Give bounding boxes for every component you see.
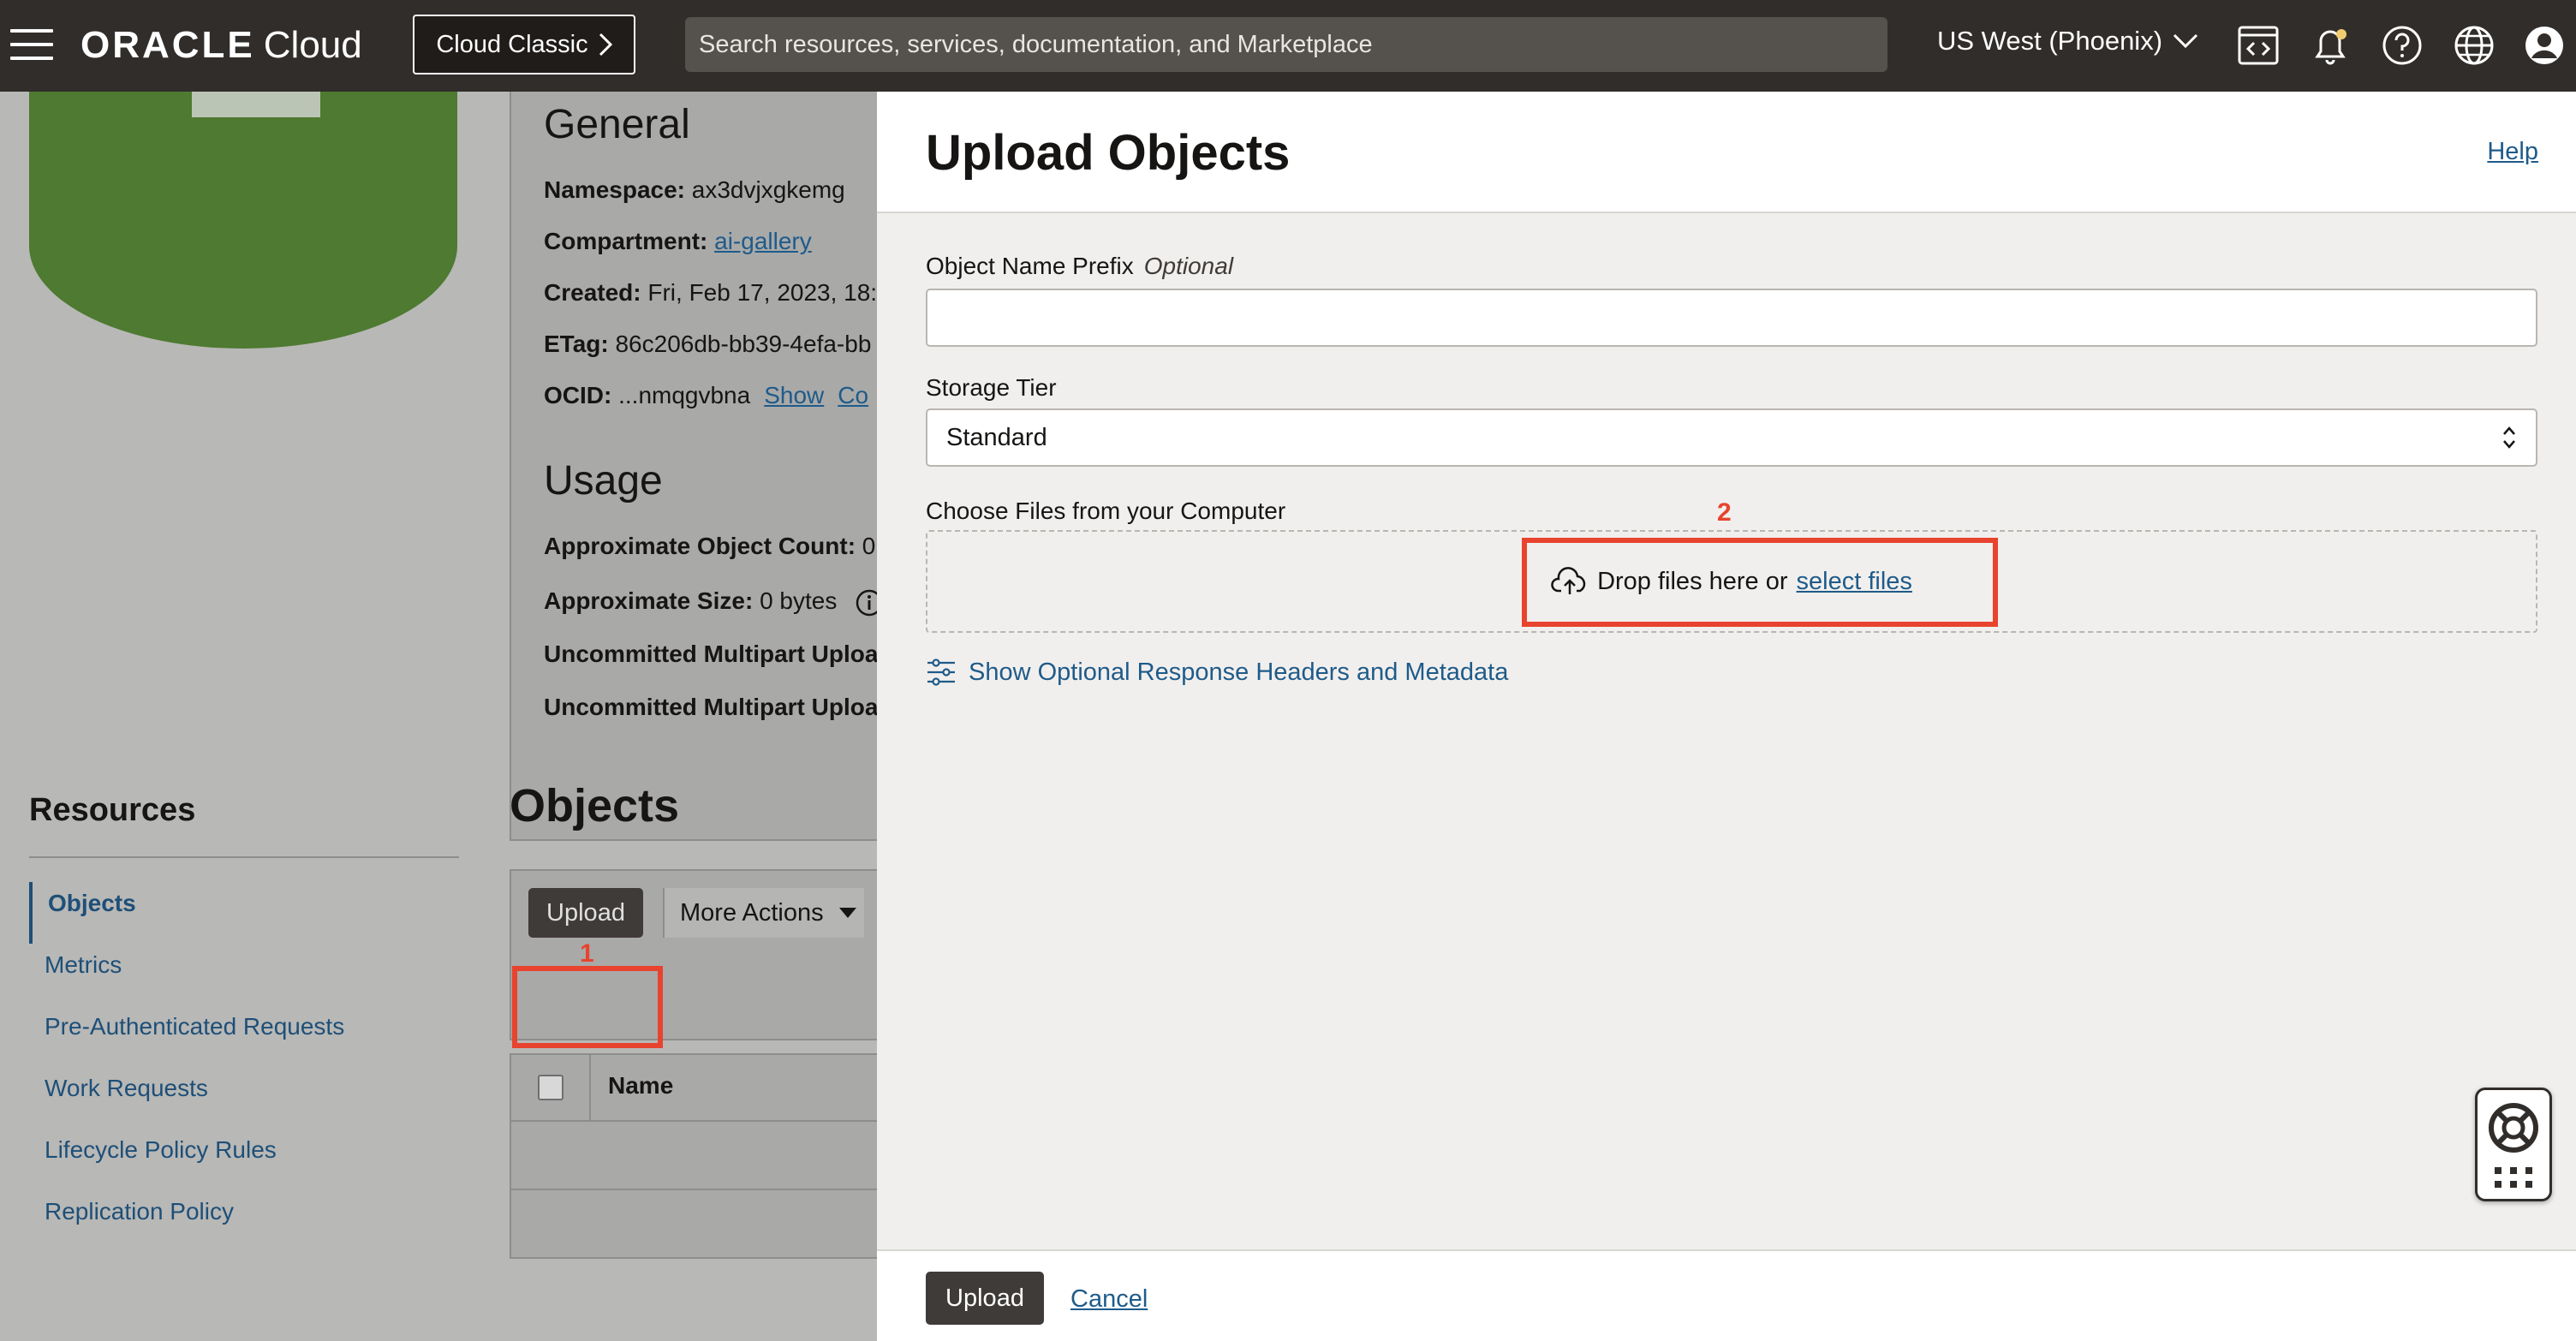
resources-item-lifecycle-policy-rules[interactable]: Lifecycle Policy Rules bbox=[29, 1129, 344, 1190]
resources-nav: Objects Metrics Pre-Authenticated Reques… bbox=[29, 882, 344, 1252]
help-question-icon[interactable] bbox=[2381, 24, 2424, 67]
chevron-right-icon bbox=[599, 33, 612, 57]
support-widget[interactable] bbox=[2475, 1088, 2552, 1201]
upload-objects-panel: Upload Objects Help Object Name Prefix Op… bbox=[877, 92, 2576, 1341]
show-optional-headers-link[interactable]: Show Optional Response Headers and Metad… bbox=[926, 657, 1508, 688]
etag-row: ETag: 86c206db-bb39-4efa-bb bbox=[544, 331, 872, 357]
compartment-link[interactable]: ai-gallery bbox=[714, 228, 812, 254]
general-section-title: General bbox=[544, 102, 690, 147]
resources-divider bbox=[29, 856, 459, 858]
panel-footer: Upload Cancel bbox=[877, 1249, 2576, 1341]
column-divider bbox=[589, 1055, 591, 1122]
more-actions-label: More Actions bbox=[680, 898, 824, 927]
storage-tier-value: Standard bbox=[946, 423, 1047, 451]
hamburger-menu-icon[interactable] bbox=[10, 29, 53, 62]
objects-section-title: Objects bbox=[510, 780, 680, 831]
multipart-uploads-row-1: Uncommitted Multipart Uploa bbox=[544, 641, 879, 667]
ocid-row: OCID: ...nmqgvbna Show Co bbox=[544, 382, 869, 408]
resources-item-pre-authenticated-requests[interactable]: Pre-Authenticated Requests bbox=[29, 1005, 344, 1067]
code-editor-icon[interactable] bbox=[2237, 24, 2280, 67]
panel-title: Upload Objects bbox=[926, 125, 1291, 181]
select-arrows-icon bbox=[2503, 426, 2515, 449]
table-row-divider bbox=[510, 1189, 878, 1190]
cloud-classic-button[interactable]: Cloud Classic bbox=[413, 15, 635, 74]
objects-table-body bbox=[510, 1122, 878, 1259]
user-profile-icon[interactable] bbox=[2523, 24, 2566, 67]
region-label: US West (Phoenix) bbox=[1937, 26, 2163, 56]
objects-table-header bbox=[510, 1053, 878, 1122]
bucket-icon bbox=[29, 92, 457, 349]
ocid-show-link[interactable]: Show bbox=[764, 382, 824, 408]
chevron-down-icon bbox=[2173, 33, 2198, 49]
object-name-prefix-input[interactable] bbox=[926, 289, 2537, 347]
cloud-classic-label: Cloud Classic bbox=[436, 30, 588, 58]
annotation-box-2 bbox=[1522, 538, 1998, 627]
language-globe-icon[interactable] bbox=[2453, 24, 2496, 67]
help-link[interactable]: Help bbox=[2487, 138, 2538, 166]
storage-tier-label: Storage Tier bbox=[926, 374, 1057, 401]
caret-down-icon bbox=[838, 908, 856, 918]
annotation-step-1: 1 bbox=[580, 939, 594, 968]
object-name-prefix-label: Object Name Prefix Optional bbox=[926, 253, 1234, 279]
upload-submit-button[interactable]: Upload bbox=[926, 1272, 1044, 1325]
select-all-checkbox[interactable] bbox=[538, 1075, 564, 1100]
sliders-icon bbox=[927, 659, 955, 686]
more-actions-button[interactable]: More Actions bbox=[663, 888, 864, 938]
lifebuoy-icon bbox=[2489, 1103, 2538, 1153]
resources-item-replication-policy[interactable]: Replication Policy bbox=[29, 1190, 344, 1252]
global-search-input[interactable] bbox=[685, 17, 1887, 72]
optional-headers-label: Show Optional Response Headers and Metad… bbox=[969, 658, 1509, 686]
resources-item-objects[interactable]: Objects bbox=[29, 882, 344, 944]
namespace-row: Namespace: ax3dvjxgkemg bbox=[544, 176, 845, 203]
resources-item-metrics[interactable]: Metrics bbox=[29, 944, 344, 1005]
cancel-link[interactable]: Cancel bbox=[1070, 1285, 1148, 1314]
annotation-step-2: 2 bbox=[1717, 498, 1732, 527]
approximate-size-row: Approximate Size: 0 bytes bbox=[544, 587, 883, 617]
name-column-header[interactable]: Name bbox=[608, 1072, 673, 1100]
usage-section-title: Usage bbox=[544, 458, 663, 504]
ocid-copy-link[interactable]: Co bbox=[838, 382, 868, 408]
resources-item-work-requests[interactable]: Work Requests bbox=[29, 1067, 344, 1129]
objects-upload-button[interactable]: Upload bbox=[528, 888, 643, 938]
resources-title: Resources bbox=[29, 792, 196, 828]
object-count-row: Approximate Object Count: 0 bbox=[544, 533, 876, 559]
compartment-row: Compartment: ai-gallery bbox=[544, 228, 812, 254]
panel-header: Upload Objects Help bbox=[877, 92, 2576, 213]
oracle-cloud-logo[interactable]: ORACLE Cloud bbox=[80, 24, 362, 67]
choose-files-label: Choose Files from your Computer bbox=[926, 498, 1286, 524]
apps-grid-icon bbox=[2495, 1167, 2532, 1188]
notifications-bell-icon[interactable] bbox=[2309, 24, 2352, 67]
multipart-uploads-row-2: Uncommitted Multipart Uploa bbox=[544, 694, 879, 720]
annotation-box-1 bbox=[512, 966, 663, 1048]
storage-tier-select[interactable]: Standard bbox=[926, 408, 2537, 467]
top-navigation-bar: ORACLECloud Cloud Classic US West (Phoen… bbox=[0, 0, 2576, 92]
region-selector[interactable]: US West (Phoenix) bbox=[1937, 26, 2198, 57]
created-row: Created: Fri, Feb 17, 2023, 18: bbox=[544, 279, 878, 306]
